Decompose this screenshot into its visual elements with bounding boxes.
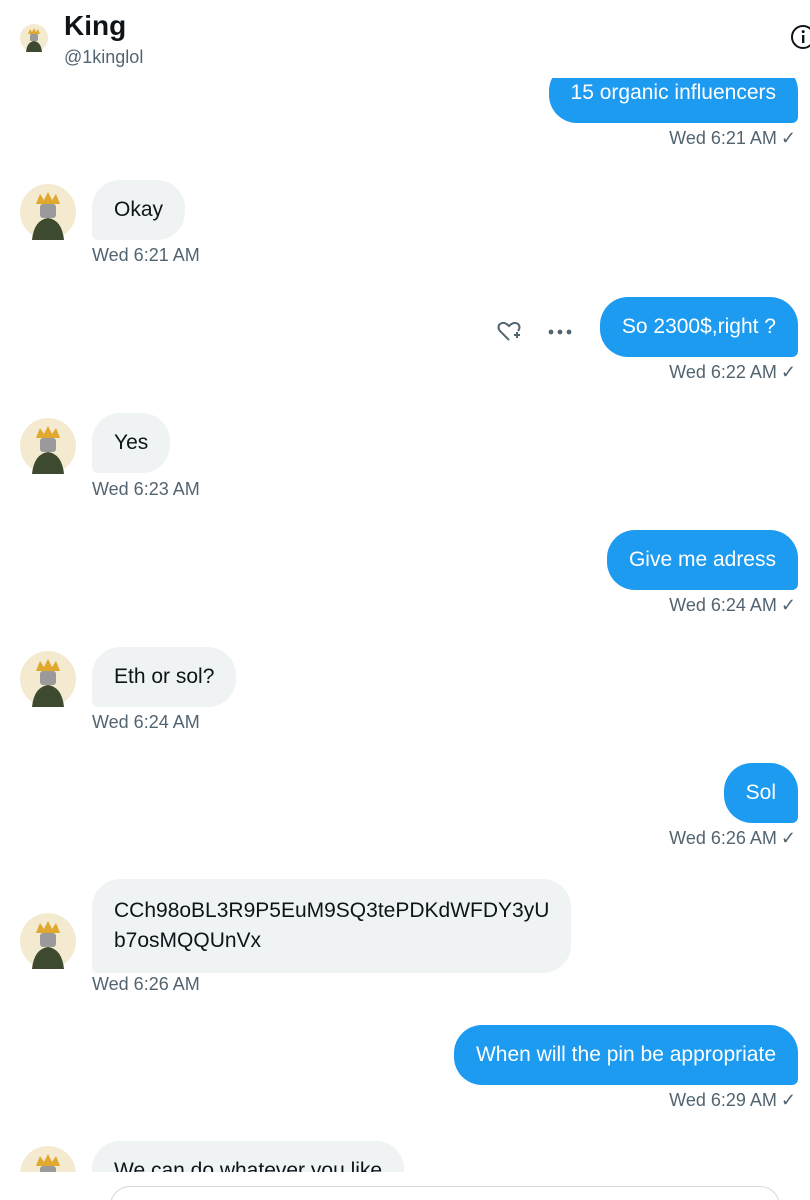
sent-message-bubble[interactable]: So 2300$,right ?: [599, 297, 798, 357]
message-text-line: CCh98oBL3R9P5EuM9SQ3tePDKdWFDY3yU: [114, 899, 550, 922]
check-icon: ✓: [780, 362, 796, 382]
conversation-header: King @1kinglol: [0, 0, 810, 78]
message-timestamp: Wed 6:24 AM: [92, 712, 200, 732]
sent-message-bubble[interactable]: Sol: [723, 763, 798, 823]
message-timestamp: Wed 6:22 AM ✓: [669, 362, 796, 383]
timestamp-text: Wed 6:24 AM: [669, 595, 777, 615]
message-timestamp: Wed 6:21 AM ✓: [669, 128, 796, 149]
timestamp-text: Wed 6:21 AM: [669, 128, 777, 148]
sent-message-bubble[interactable]: Give me adress: [606, 530, 798, 590]
received-message-bubble[interactable]: Yes: [92, 413, 171, 473]
more-icon[interactable]: [548, 328, 572, 336]
check-icon: ✓: [780, 128, 796, 148]
message-text-line: b7osMQQUnVx: [114, 929, 262, 952]
received-message-bubble[interactable]: Okay: [92, 180, 186, 240]
received-message-bubble[interactable]: Eth or sol?: [92, 647, 237, 707]
avatar[interactable]: [20, 418, 76, 474]
contact-handle[interactable]: @1kinglol: [64, 47, 143, 68]
message-timestamp: Wed 6:23 AM: [92, 479, 200, 499]
heart-plus-icon[interactable]: [496, 318, 522, 344]
timestamp-text: Wed 6:29 AM: [669, 1090, 777, 1110]
info-icon[interactable]: [790, 24, 810, 50]
message-timestamp: Wed 6:26 AM ✓: [669, 828, 796, 849]
check-icon: ✓: [780, 828, 796, 848]
message-timestamp: Wed 6:29 AM ✓: [669, 1090, 796, 1111]
avatar[interactable]: [20, 184, 76, 240]
message-timestamp: Wed 6:21 AM: [92, 245, 200, 265]
received-message-bubble[interactable]: CCh98oBL3R9P5EuM9SQ3tePDKdWFDY3yU b7osMQ…: [92, 879, 572, 973]
check-icon: ✓: [780, 1090, 796, 1110]
timestamp-text: Wed 6:26 AM: [669, 828, 777, 848]
avatar[interactable]: [20, 913, 76, 969]
check-icon: ✓: [780, 595, 796, 615]
contact-name[interactable]: King: [64, 10, 126, 42]
message-input[interactable]: [110, 1186, 780, 1200]
sent-message-bubble[interactable]: When will the pin be appropriate: [453, 1025, 798, 1085]
message-timestamp: Wed 6:26 AM: [92, 974, 200, 994]
avatar[interactable]: [20, 651, 76, 707]
avatar[interactable]: [20, 24, 48, 52]
message-timestamp: Wed 6:24 AM ✓: [669, 595, 796, 616]
timestamp-text: Wed 6:22 AM: [669, 362, 777, 382]
